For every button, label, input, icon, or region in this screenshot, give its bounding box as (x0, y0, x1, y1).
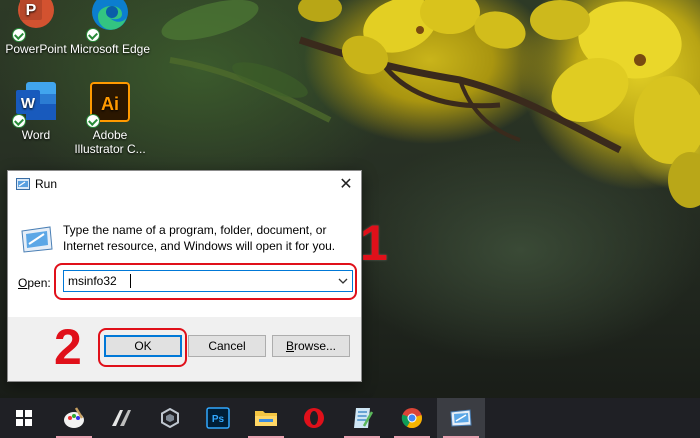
svg-text:Ps: Ps (212, 414, 225, 425)
taskbar: Ps (0, 398, 700, 438)
taskbar-paint[interactable] (50, 398, 98, 438)
start-icon (16, 410, 32, 426)
desktop-icon-illustrator[interactable]: Ai Adobe Illustrator C... (68, 80, 152, 156)
taskbar-chrome[interactable] (388, 398, 436, 438)
aspen-icon (112, 410, 131, 426)
run-description: Type the name of a program, folder, docu… (63, 223, 336, 253)
taskbar-notepad[interactable] (338, 398, 386, 438)
desktop-icon-label: Microsoft Edge (69, 42, 151, 56)
close-icon: ✕ (339, 176, 353, 193)
svg-text:P: P (26, 2, 37, 19)
desktop-icon-edge[interactable]: Microsoft Edge (68, 0, 152, 56)
paint-icon (64, 407, 84, 428)
sync-check-icon (12, 114, 26, 128)
taskbar-opera[interactable] (290, 398, 338, 438)
notepad-icon (354, 408, 374, 428)
desktop-icon-word[interactable]: W Word (0, 80, 78, 142)
taskbar-photoshop[interactable]: Ps (194, 398, 242, 438)
taskbar-unity[interactable] (146, 398, 194, 438)
svg-text:W: W (21, 95, 36, 112)
annotation-ring-ok (98, 328, 187, 367)
open-label: Open: (18, 276, 51, 290)
desktop-icon-label: Word (21, 128, 51, 142)
start-button[interactable] (0, 398, 48, 438)
svg-text:Ai: Ai (101, 94, 119, 114)
desktop-icon-label: PowerPoint (5, 42, 67, 56)
chrome-icon (401, 408, 422, 429)
illustrator-icon: Ai (86, 80, 132, 128)
run-app-icon (16, 178, 30, 190)
file-explorer-icon (255, 411, 277, 426)
browse-button[interactable]: Browse... (272, 335, 350, 357)
desktop-icon-powerpoint[interactable]: P PowerPoint (0, 0, 78, 56)
cancel-button[interactable]: Cancel (188, 335, 266, 357)
word-icon: W (12, 80, 58, 128)
opera-icon (304, 408, 324, 428)
annotation-ring-input (54, 263, 357, 300)
taskbar-run[interactable] (437, 398, 485, 438)
taskbar-file-explorer[interactable] (242, 398, 290, 438)
run-titlebar[interactable]: Run ✕ (8, 171, 361, 199)
sync-check-icon (12, 28, 26, 42)
run-app-icon (21, 226, 53, 253)
unity-icon (161, 408, 179, 428)
run-title: Run (35, 177, 58, 191)
taskbar-aspen[interactable] (98, 398, 146, 438)
desktop-icon-label: Adobe Illustrator C... (74, 128, 146, 156)
sync-check-icon (86, 114, 100, 128)
run-app-icon (450, 409, 472, 427)
sync-check-icon (86, 28, 100, 42)
close-button[interactable]: ✕ (331, 171, 361, 197)
powerpoint-icon: P (12, 0, 58, 42)
annotation-step-2: 2 (54, 319, 82, 375)
edge-icon (86, 0, 132, 42)
annotation-step-1: 1 (360, 215, 388, 271)
photoshop-icon: Ps (206, 407, 230, 429)
